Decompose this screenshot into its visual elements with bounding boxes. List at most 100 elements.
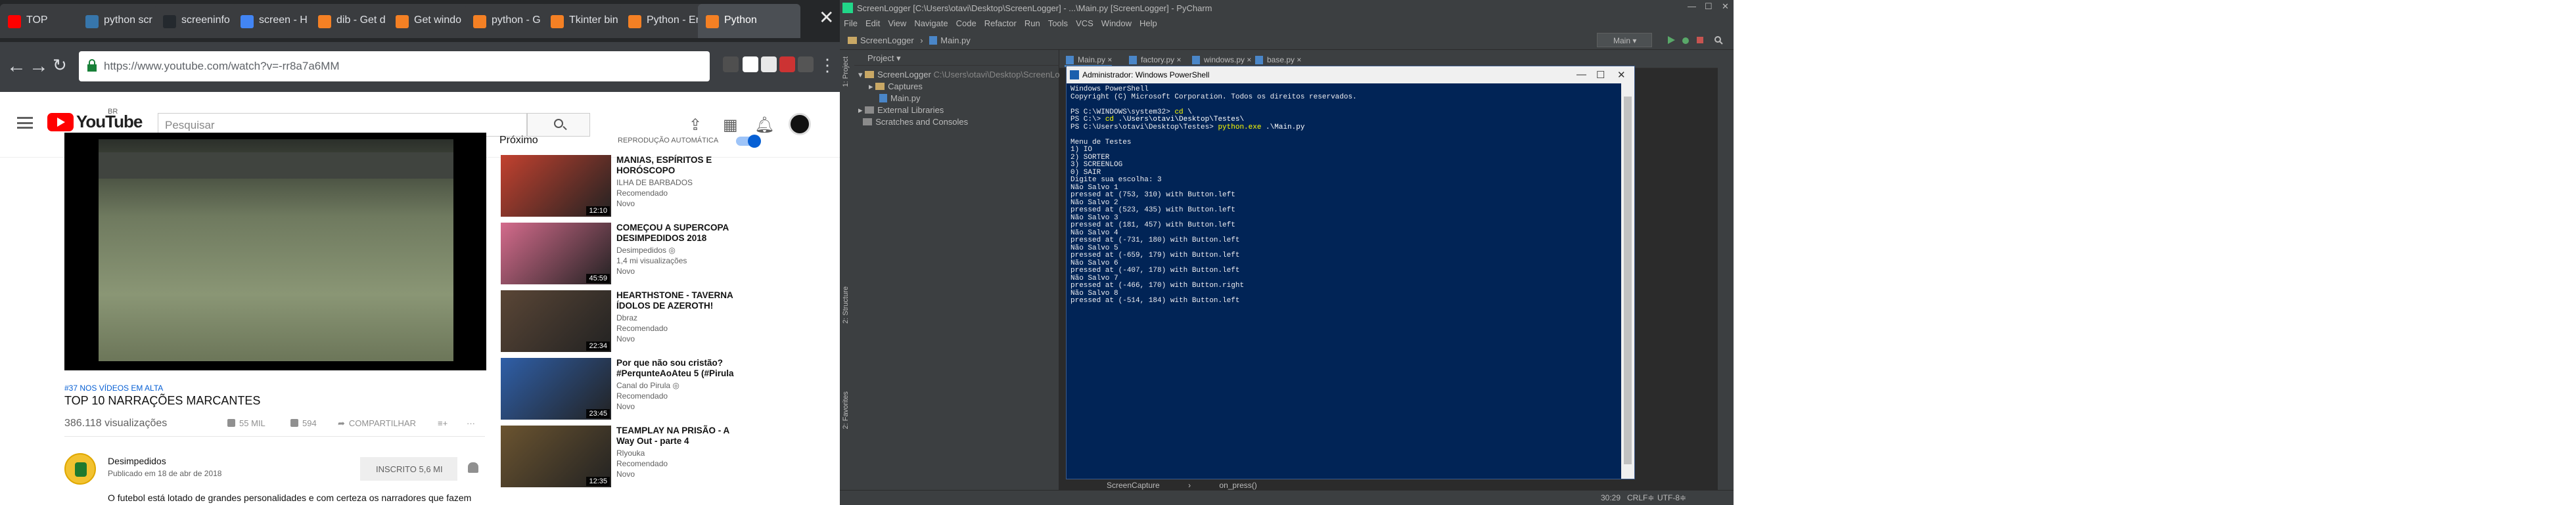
video-thumbnail[interactable]: 22:34 [501, 290, 611, 352]
upload-icon[interactable]: ⇪ [689, 116, 702, 135]
channel-avatar[interactable] [64, 453, 96, 485]
notifications-icon[interactable]: 🔔︎ [754, 116, 774, 135]
more-actions-icon[interactable]: ··· [467, 418, 475, 428]
close-icon[interactable]: ✕ [1617, 69, 1626, 81]
stop-icon[interactable] [1695, 35, 1705, 45]
video-thumbnail[interactable]: 12:35 [501, 426, 611, 487]
console-output[interactable]: Windows PowerShell Copyright (C) Microsof… [1067, 83, 1621, 479]
channel-name[interactable]: Desimpedidos [108, 456, 166, 466]
tree-external-libraries[interactable]: ▸ External Libraries [858, 105, 944, 116]
cursor-position[interactable]: 30:29 [1601, 493, 1621, 502]
close-window-icon[interactable]: ✕ [819, 7, 834, 28]
menu-item-vcs[interactable]: VCS [1076, 18, 1093, 28]
minimize-icon[interactable]: — [1688, 1, 1696, 11]
close-tab-icon[interactable]: × [1247, 55, 1251, 64]
menu-item-edit[interactable]: Edit [865, 18, 880, 28]
tree-scratches[interactable]: Scratches and Consoles [858, 117, 968, 127]
menu-item-code[interactable]: Code [956, 18, 977, 28]
video-title[interactable]: COMEÇOU A SUPERCOPA DESIMPEDIDOS 2018 [616, 223, 748, 244]
recommendation-item[interactable]: 12:35 TEAMPLAY NA PRISÃO - A Way Out - pa… [501, 426, 829, 491]
menu-item-help[interactable]: Help [1139, 18, 1157, 28]
menu-item-navigate[interactable]: Navigate [914, 18, 948, 28]
tree-root[interactable]: ▾ ScreenLogger C:\Users\otavi\Desktop\Sc… [858, 70, 1077, 80]
extension-icon[interactable] [723, 56, 739, 72]
translate-icon[interactable] [743, 56, 758, 72]
video-thumbnail[interactable]: 23:45 [501, 358, 611, 420]
adblock-icon[interactable] [779, 56, 795, 72]
address-bar-row: ← → ↻ https://www.youtube.com/watch?v=-r… [0, 42, 840, 92]
video-player[interactable] [64, 133, 486, 370]
run-icon[interactable] [1667, 35, 1676, 45]
close-tab-icon[interactable]: × [1297, 55, 1301, 64]
autoplay-toggle[interactable] [736, 135, 761, 148]
video-thumbnail[interactable]: 12:10 [501, 155, 611, 217]
recommendation-item[interactable]: 23:45 Por que não sou cristão? #PerqunteA… [501, 358, 829, 424]
back-icon[interactable]: ← [7, 55, 26, 77]
video-title[interactable]: Por que não sou cristão? #PerqunteAoAteu… [616, 358, 748, 379]
line-separator[interactable]: CRLF≑ [1627, 493, 1654, 502]
forward-icon[interactable]: → [29, 55, 49, 77]
search-button[interactable] [527, 113, 590, 137]
file-encoding[interactable]: UTF-8≑ [1657, 493, 1686, 502]
maximize-icon[interactable]: ☐ [1596, 69, 1605, 81]
debug-icon[interactable] [1681, 35, 1690, 45]
tree-file-main[interactable]: Main.py [879, 93, 921, 103]
like-button[interactable]: 55 MIL [227, 418, 265, 428]
notification-bell-icon[interactable] [468, 462, 478, 473]
channel-name[interactable]: ILHA DE BARBADOS [616, 177, 748, 188]
recommendation-item[interactable]: 12:10 MANIAS, ESPÍRITOS E HORÓSCOPO ILHA D… [501, 155, 829, 221]
url-input[interactable]: https://www.youtube.com/watch?v=-rr8a7a6… [79, 51, 710, 81]
close-tab-icon[interactable]: × [1176, 55, 1181, 64]
apps-grid-icon[interactable]: ▦ [723, 116, 738, 135]
code-breadcrumb[interactable]: ScreenCapture › on_press() [1107, 481, 1257, 490]
editor-tab[interactable]: Main.py × [1065, 53, 1113, 67]
recommendation-item[interactable]: 45:59 COMEÇOU A SUPERCOPA DESIMPEDIDOS 20… [501, 223, 829, 288]
tool-window-project[interactable]: 1: Project [842, 56, 850, 87]
close-icon[interactable]: ✕ [1722, 1, 1729, 12]
tree-folder-captures[interactable]: ▸ Captures [869, 81, 923, 92]
menu-kebab-icon[interactable]: ⋮ [819, 55, 836, 76]
powershell-window[interactable]: Administrador: Windows PowerShell — ☐ ✕ … [1066, 66, 1635, 479]
avatar[interactable] [789, 113, 811, 135]
menu-item-tools[interactable]: Tools [1048, 18, 1068, 28]
menu-item-refactor[interactable]: Refactor [984, 18, 1017, 28]
menu-item-run[interactable]: Run [1024, 18, 1040, 28]
menu-item-window[interactable]: Window [1101, 18, 1132, 28]
channel-name[interactable]: Rlyouka [616, 448, 748, 458]
menu-item-view[interactable]: View [888, 18, 906, 28]
video-title[interactable]: HEARTHSTONE - TAVERNA ÍDOLOS DE AZEROTH! [616, 290, 748, 311]
hamburger-menu-icon[interactable] [17, 117, 33, 129]
editor-tab[interactable]: factory.py × [1128, 53, 1182, 67]
console-scrollbar[interactable] [1621, 83, 1634, 479]
tool-window-favorites[interactable]: 2: Favorites [842, 391, 850, 429]
channel-name[interactable]: Desimpedidos ◎ [616, 245, 748, 255]
extension-icon[interactable] [798, 56, 814, 72]
editor-tab[interactable]: windows.py × [1191, 53, 1251, 67]
maximize-icon[interactable]: ☐ [1705, 1, 1713, 12]
subscribe-button[interactable]: INSCRITO 5,6 MI [360, 457, 457, 481]
share-button[interactable]: ➦ COMPARTILHAR [338, 418, 416, 429]
close-tab-icon[interactable]: × [1107, 55, 1112, 64]
browser-tab[interactable]: Python [698, 4, 800, 38]
dislike-button[interactable]: 594 [290, 418, 317, 428]
bookmark-star-icon[interactable] [761, 56, 777, 72]
trending-hashtag[interactable]: #37 NOS VÍDEOS EM ALTA [64, 384, 163, 393]
editor-tab[interactable]: base.py × [1254, 53, 1301, 67]
add-to-playlist-icon[interactable]: ≡+ [438, 418, 448, 428]
minimize-icon[interactable]: — [1576, 69, 1586, 80]
recommendation-item[interactable]: 22:34 HEARTHSTONE - TAVERNA ÍDOLOS DE AZE… [501, 290, 829, 356]
nav-crumb-project[interactable]: ScreenLogger [860, 35, 914, 45]
search-icon[interactable] [1714, 35, 1723, 45]
video-thumbnail[interactable]: 45:59 [501, 223, 611, 284]
tool-window-structure[interactable]: 2: Structure [842, 286, 850, 324]
reload-icon[interactable]: ↻ [53, 55, 67, 76]
youtube-logo-icon[interactable] [47, 113, 74, 131]
menu-item-file[interactable]: File [844, 18, 858, 28]
project-panel-header[interactable]: Project ▾ [854, 50, 1059, 66]
channel-name[interactable]: Canal do Pirula ◎ [616, 380, 748, 391]
run-config-select[interactable]: Main ▾ [1597, 33, 1652, 47]
nav-crumb-file[interactable]: Main.py [940, 35, 971, 45]
channel-name[interactable]: Dbraz [616, 313, 748, 323]
video-title[interactable]: TEAMPLAY NA PRISÃO - A Way Out - parte 4 [616, 426, 748, 447]
video-title[interactable]: MANIAS, ESPÍRITOS E HORÓSCOPO [616, 155, 748, 176]
